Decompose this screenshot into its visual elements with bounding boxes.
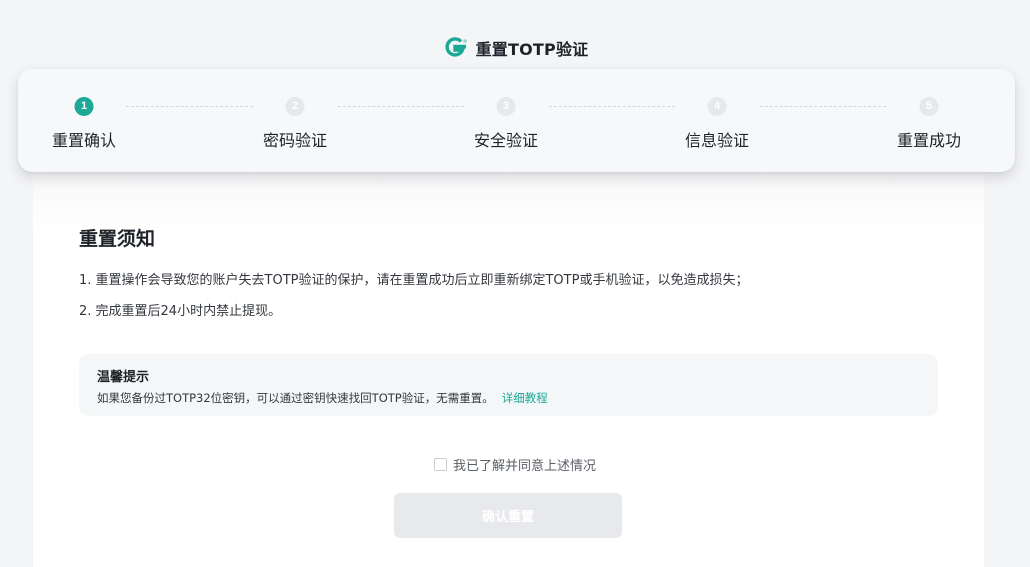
notice-item: 2. 完成重置后24小时内禁止提现。	[79, 304, 282, 319]
page-header: 重置TOTP验证	[0, 34, 1030, 62]
step-number-badge: 1	[74, 97, 94, 116]
step-label: 密码验证	[262, 131, 327, 150]
agreement-label[interactable]: 我已了解并同意上述情况	[453, 455, 596, 474]
stepper: 1 重置确认 2 密码验证 3 安全验证 4 信息验证 5 重置成功	[18, 69, 1015, 172]
tutorial-link[interactable]: 详细教程	[502, 391, 548, 405]
step-security-verify: 3 安全验证	[446, 69, 566, 172]
step-number-badge: 4	[707, 97, 727, 116]
step-reset-confirm: 1 重置确认	[24, 69, 144, 172]
confirm-reset-button[interactable]: 确认重置	[394, 493, 622, 538]
notice-item: 1. 重置操作会导致您的账户失去TOTP验证的保护，请在重置成功后立即重新绑定T…	[79, 273, 749, 288]
tip-message: 如果您备份过TOTP32位密钥，可以通过密钥快速找回TOTP验证，无需重置。	[97, 391, 494, 405]
agreement-row[interactable]: 我已了解并同意上述情况	[0, 455, 1030, 474]
step-connector	[760, 106, 886, 107]
step-number-badge: 3	[496, 97, 516, 116]
step-number-badge: 5	[919, 97, 939, 116]
tip-title: 温馨提示	[97, 370, 150, 385]
agreement-checkbox[interactable]	[433, 457, 447, 471]
step-connector	[126, 106, 253, 107]
step-reset-success: 5 重置成功	[869, 69, 989, 172]
step-number-badge: 2	[285, 97, 305, 116]
step-info-verify: 4 信息验证	[657, 69, 777, 172]
tip-text: 如果您备份过TOTP32位密钥，可以通过密钥快速找回TOTP验证，无需重置。 详细…	[97, 390, 548, 406]
step-label: 重置确认	[51, 131, 116, 150]
notice-title: 重置须知	[79, 228, 156, 250]
step-password-verify: 2 密码验证	[235, 69, 355, 172]
page-title: 重置TOTP验证	[475, 40, 589, 59]
step-label: 安全验证	[473, 131, 538, 150]
step-label: 信息验证	[684, 131, 749, 150]
step-label: 重置成功	[896, 131, 961, 150]
brand-logo-icon	[445, 37, 467, 57]
tip-box: 温馨提示 如果您备份过TOTP32位密钥，可以通过密钥快速找回TOTP验证，无需…	[79, 354, 938, 416]
